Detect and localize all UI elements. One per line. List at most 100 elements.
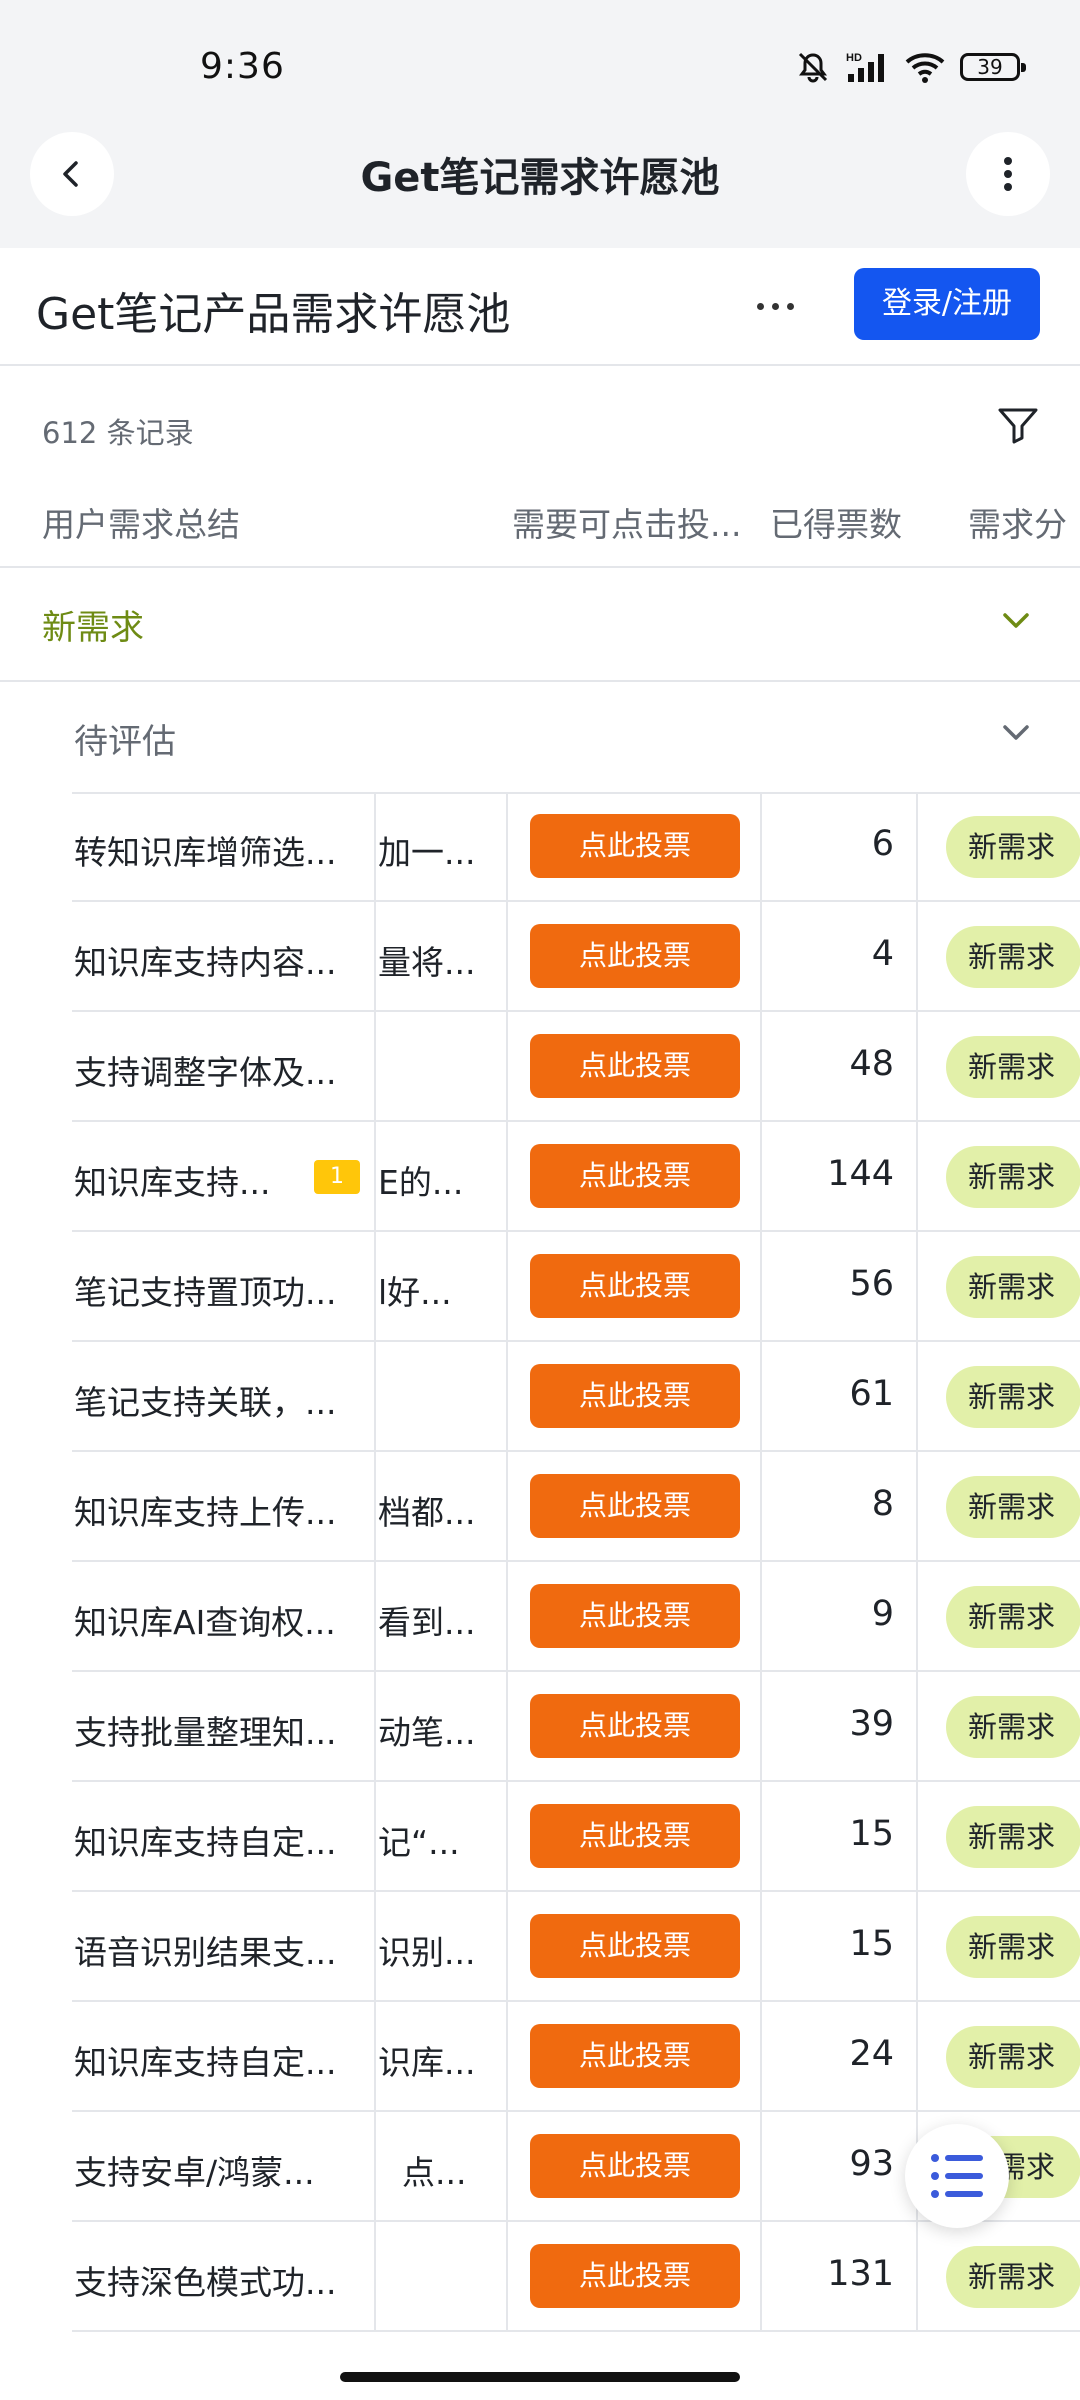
summary-cell[interactable]: 笔记支持关联，... [72,1342,376,1450]
comment-count-badge[interactable]: 1 [314,1160,360,1194]
group-header-new[interactable]: 新需求 [0,570,1080,682]
summary-text: 知识库支持内容... [74,943,337,982]
votes-cell: 56 [762,1232,918,1340]
detail-cell[interactable]: 记“... [376,1782,508,1890]
vote-button[interactable]: 点此投票 [530,2134,740,2198]
votes-cell: 131 [762,2222,918,2330]
table-row[interactable]: 语音识别结果支... 识别... 点此投票 15 新需求 [72,1892,1080,2002]
summary-cell[interactable]: 知识库支持... 1 [72,1122,376,1230]
dot-icon [756,302,764,310]
category-tag: 新需求 [946,1256,1080,1318]
column-header-vote[interactable]: 需要可点击投... [512,498,741,546]
category-cell: 新需求 [918,1782,1080,1890]
more-horizontal-button[interactable] [740,276,810,336]
table-row[interactable]: 知识库支持内容... 量将... 点此投票 4 新需求 [72,902,1080,1012]
detail-cell[interactable]: 点... [376,2112,508,2220]
summary-cell[interactable]: 知识库支持自定... [72,1782,376,1890]
table-row[interactable]: 支持调整字体及... 点此投票 48 新需求 [72,1012,1080,1122]
vote-button[interactable]: 点此投票 [530,2024,740,2088]
vote-button[interactable]: 点此投票 [530,1914,740,1978]
group-header-pending[interactable]: 待评估 [72,682,1080,794]
detail-text: 加一... [378,833,476,872]
summary-cell[interactable]: 转知识库增筛选... [72,792,376,900]
summary-text: 支持批量整理知... [74,1713,337,1752]
summary-cell[interactable]: 知识库支持自定... [72,2002,376,2110]
status-icons: HD 39 [796,50,1026,84]
vote-button[interactable]: 点此投票 [530,1584,740,1648]
detail-cell[interactable]: 识库... [376,2002,508,2110]
table-row[interactable]: 笔记支持置顶功... l好... 点此投票 56 新需求 [72,1232,1080,1342]
vote-button[interactable]: 点此投票 [530,1804,740,1868]
summary-text: 语音识别结果支... [74,1933,337,1972]
list-icon [931,2154,983,2198]
detail-cell[interactable]: 看到... [376,1562,508,1670]
vote-button[interactable]: 点此投票 [530,1364,740,1428]
filter-button[interactable] [996,404,1040,448]
dot-icon [786,302,794,310]
votes-cell: 39 [762,1672,918,1780]
votes-count: 24 [849,2034,894,2074]
detail-cell[interactable]: 加一... [376,792,508,900]
detail-cell[interactable]: 识别... [376,1892,508,2000]
votes-count: 9 [871,1594,894,1634]
summary-cell[interactable]: 支持调整字体及... [72,1012,376,1120]
more-menu-button[interactable] [966,132,1050,216]
detail-cell[interactable]: 动笔... [376,1672,508,1780]
vote-button[interactable]: 点此投票 [530,2244,740,2308]
vote-button[interactable]: 点此投票 [530,1144,740,1208]
summary-cell[interactable]: 语音识别结果支... [72,1892,376,2000]
battery-icon: 39 [960,53,1026,81]
table-row[interactable]: 知识库支持自定... 记“... 点此投票 15 新需求 [72,1782,1080,1892]
table-row[interactable]: 转知识库增筛选... 加一... 点此投票 6 新需求 [72,792,1080,902]
summary-cell[interactable]: 支持深色模式功... [72,2222,376,2330]
summary-text: 支持深色模式功... [74,2263,337,2302]
column-header-summary[interactable]: 用户需求总结 [42,498,240,546]
detail-cell[interactable] [376,1342,508,1450]
summary-cell[interactable]: 知识库支持上传... [72,1452,376,1560]
vote-cell: 点此投票 [508,1672,762,1780]
home-indicator[interactable] [340,2372,740,2382]
summary-cell[interactable]: 支持安卓/鸿蒙... [72,2112,376,2220]
votes-count: 6 [871,824,894,864]
column-header-votes-count[interactable]: 已得票数 [770,498,902,546]
vote-button[interactable]: 点此投票 [530,1694,740,1758]
login-register-button[interactable]: 登录/注册 [854,268,1040,340]
table-row[interactable]: 笔记支持关联，... 点此投票 61 新需求 [72,1342,1080,1452]
table-header: 用户需求总结 需要可点击投... 已得票数 需求分 [0,486,1080,568]
vote-button[interactable]: 点此投票 [530,924,740,988]
table-row[interactable]: 知识库支持自定... 识库... 点此投票 24 新需求 [72,2002,1080,2112]
votes-cell: 61 [762,1342,918,1450]
group-label: 新需求 [42,608,144,648]
summary-cell[interactable]: 支持批量整理知... [72,1672,376,1780]
votes-cell: 144 [762,1122,918,1230]
summary-cell[interactable]: 知识库支持内容... [72,902,376,1010]
detail-cell[interactable]: 档都... [376,1452,508,1560]
detail-cell[interactable] [376,2222,508,2330]
detail-cell[interactable]: E的... [376,1122,508,1230]
vote-cell: 点此投票 [508,1342,762,1450]
column-header-category[interactable]: 需求分 [968,498,1067,546]
detail-cell[interactable]: l好... [376,1232,508,1340]
category-cell: 新需求 [918,1892,1080,2000]
vote-button[interactable]: 点此投票 [530,1034,740,1098]
detail-cell[interactable]: 量将... [376,902,508,1010]
table-row[interactable]: 支持批量整理知... 动笔... 点此投票 39 新需求 [72,1672,1080,1782]
chevron-down-icon [1003,613,1029,628]
catalog-button[interactable] [905,2124,1009,2228]
table-row[interactable]: 知识库支持... 1 E的... 点此投票 144 新需求 [72,1122,1080,1232]
table-row[interactable]: 知识库AI查询权... 看到... 点此投票 9 新需求 [72,1562,1080,1672]
summary-cell[interactable]: 知识库AI查询权... [72,1562,376,1670]
vote-button[interactable]: 点此投票 [530,814,740,878]
category-tag: 新需求 [946,1146,1080,1208]
detail-cell[interactable] [376,1012,508,1120]
dot-icon [771,302,779,310]
table-row[interactable]: 知识库支持上传... 档都... 点此投票 8 新需求 [72,1452,1080,1562]
vote-button[interactable]: 点此投票 [530,1474,740,1538]
mute-icon [798,52,828,83]
vote-cell: 点此投票 [508,2112,762,2220]
vote-button[interactable]: 点此投票 [530,1254,740,1318]
summary-cell[interactable]: 笔记支持置顶功... [72,1232,376,1340]
votes-cell: 24 [762,2002,918,2110]
table-row[interactable]: 支持深色模式功... 点此投票 131 新需求 [72,2222,1080,2332]
page-header: Get笔记产品需求许愿池 登录/注册 [0,248,1080,366]
